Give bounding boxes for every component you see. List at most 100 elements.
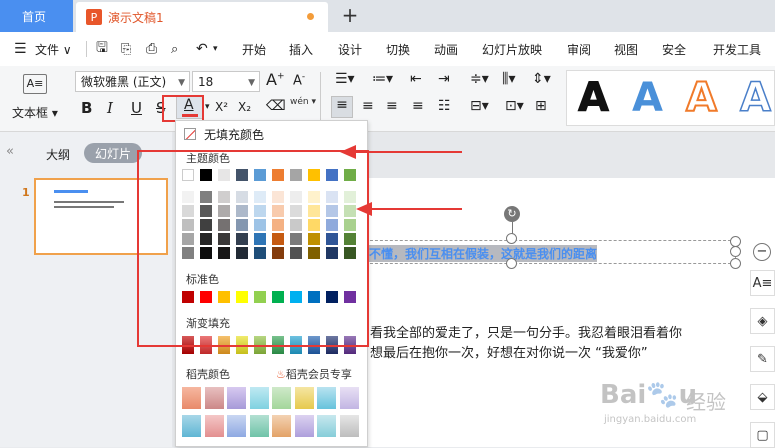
- fill-bucket-icon[interactable]: ⬙: [750, 384, 775, 410]
- arrowhead-icon: [340, 145, 356, 159]
- columns-icon[interactable]: ⫼▾: [502, 71, 515, 87]
- no-fill-option[interactable]: 无填充颜色: [180, 124, 365, 144]
- decrease-indent-icon[interactable]: ⇤: [410, 71, 422, 87]
- print-icon[interactable]: ⎙: [146, 41, 157, 57]
- bold-button[interactable]: B: [81, 99, 92, 117]
- tab-home[interactable]: 首页: [0, 0, 73, 32]
- docer-color-tile[interactable]: [204, 415, 224, 437]
- docer-color-tile[interactable]: [339, 387, 359, 409]
- shrink-font-button[interactable]: A-: [293, 72, 305, 88]
- undo-icon[interactable]: ↶: [196, 41, 208, 57]
- italic-button[interactable]: I: [107, 99, 113, 117]
- highlight-color-swatches: [137, 150, 369, 347]
- align-right-icon[interactable]: ≡: [386, 98, 398, 114]
- menu-home[interactable]: 开始: [242, 41, 266, 58]
- save-icon[interactable]: 🖫: [96, 37, 108, 61]
- resize-handle[interactable]: [506, 233, 517, 244]
- bullet-list-icon[interactable]: ☰▾: [335, 71, 355, 87]
- undo-dropdown-icon[interactable]: ▾: [213, 44, 218, 54]
- docer-color-tile[interactable]: [227, 415, 246, 437]
- tab-home-label: 首页: [22, 9, 47, 24]
- align-text-icon[interactable]: ⊟▾: [470, 98, 489, 114]
- font-size-value: 18: [198, 74, 214, 89]
- watermark-brand: Bai🐾u: [600, 380, 698, 410]
- increase-indent-icon[interactable]: ⇥: [438, 71, 450, 87]
- line-spacing-icon[interactable]: ≑▾: [470, 71, 489, 87]
- preview-icon[interactable]: ⌕: [171, 42, 178, 57]
- subscript-button[interactable]: X₂: [238, 100, 251, 114]
- menu-transition[interactable]: 切换: [386, 41, 410, 58]
- align-left-button[interactable]: ≡: [331, 96, 353, 118]
- wordart-style-outline[interactable]: A: [733, 74, 775, 122]
- frame-icon[interactable]: ▢: [750, 422, 775, 448]
- distribute-icon[interactable]: ☷: [438, 98, 451, 114]
- arrow-line: [372, 208, 462, 210]
- resize-handle[interactable]: [730, 258, 741, 269]
- menu-review[interactable]: 审阅: [567, 41, 591, 58]
- wordart-style-black[interactable]: A: [571, 75, 616, 122]
- no-fill-label: 无填充颜色: [204, 127, 265, 142]
- clear-format-icon[interactable]: ⌫: [266, 98, 286, 114]
- text-box-settings-icon[interactable]: ⊡▾: [505, 98, 524, 114]
- tab-outline[interactable]: 大纲: [46, 146, 70, 163]
- baidu-watermark: Bai🐾u 经验 jingyan.baidu.com: [600, 380, 740, 430]
- watermark-url: jingyan.baidu.com: [604, 414, 697, 425]
- underline-button[interactable]: U: [131, 99, 142, 117]
- docer-color-tile[interactable]: [317, 387, 336, 409]
- presentation-icon: P: [86, 9, 102, 25]
- watermark-brand-suffix: 经验: [686, 390, 726, 414]
- docer-color-tile[interactable]: [182, 415, 201, 437]
- resize-handle[interactable]: [506, 258, 517, 269]
- textbox-button[interactable]: A≡ 文本框 ▾: [10, 72, 62, 126]
- menu-view[interactable]: 视图: [614, 41, 638, 58]
- slide-number: 1: [22, 186, 30, 199]
- docer-color-tile[interactable]: [339, 415, 359, 437]
- docer-color-tile[interactable]: [272, 387, 291, 409]
- menu-security[interactable]: 安全: [662, 41, 686, 58]
- font-family-select[interactable]: 微软雅黑 (正文) ▼: [75, 71, 190, 92]
- new-tab-button[interactable]: +: [340, 3, 360, 27]
- docer-vip-label[interactable]: ♨稻壳会员专享: [276, 366, 352, 382]
- align-center-icon[interactable]: ≡: [362, 98, 374, 114]
- tab-slides[interactable]: 幻灯片: [84, 143, 142, 163]
- menu-design[interactable]: 设计: [338, 41, 362, 58]
- smart-art-icon[interactable]: ⊞: [535, 98, 547, 114]
- layers-icon[interactable]: ◈: [750, 308, 775, 334]
- docer-color-tile[interactable]: [227, 387, 246, 409]
- menu-slideshow[interactable]: 幻灯片放映: [482, 41, 542, 58]
- docer-color-tile[interactable]: [204, 387, 224, 409]
- resize-handle[interactable]: [730, 246, 741, 257]
- grow-font-button[interactable]: A+: [266, 70, 285, 89]
- hamburger-icon[interactable]: ☰: [14, 41, 27, 57]
- file-menu[interactable]: 文件 ∨: [35, 41, 72, 58]
- docer-color-tile[interactable]: [249, 415, 269, 437]
- menu-developer[interactable]: 开发工具: [713, 41, 761, 58]
- docer-color-tile[interactable]: [249, 387, 269, 409]
- docer-color-tile[interactable]: [272, 415, 291, 437]
- docer-color-tile[interactable]: [294, 415, 314, 437]
- superscript-button[interactable]: X²: [215, 100, 228, 114]
- font-color-dropdown-icon[interactable]: ▾: [205, 102, 210, 112]
- docer-color-tile[interactable]: [294, 387, 314, 409]
- minus-circle-icon[interactable]: −: [753, 243, 771, 261]
- text-direction-icon[interactable]: ⇕▾: [532, 71, 551, 87]
- docer-color-tile[interactable]: [182, 387, 201, 409]
- font-size-select[interactable]: 18 ▼: [192, 71, 260, 92]
- pen-icon[interactable]: ✎: [750, 346, 775, 372]
- wordart-style-blue[interactable]: A: [625, 75, 670, 121]
- docer-color-tile[interactable]: [317, 415, 336, 437]
- wordart-style-orange[interactable]: A: [679, 74, 724, 122]
- menu-animation[interactable]: 动画: [434, 41, 458, 58]
- justify-icon[interactable]: ≡: [412, 98, 424, 114]
- title-textbox[interactable]: 不懂，我们互相在假装，这就是我们的距离: [360, 240, 736, 264]
- tab-document[interactable]: P 演示文稿1: [76, 2, 328, 32]
- chevron-down-icon: ▼: [178, 78, 185, 88]
- rotate-handle-icon[interactable]: ↻: [504, 206, 520, 222]
- export-icon[interactable]: ⎘: [121, 42, 131, 57]
- collapse-panel-button[interactable]: «: [6, 144, 14, 159]
- phonetic-guide-button[interactable]: wén ▾: [290, 97, 316, 107]
- text-format-tool-icon[interactable]: A≡: [750, 270, 775, 296]
- thumbnail-text-line: [54, 201, 124, 203]
- menu-insert[interactable]: 插入: [289, 41, 313, 58]
- numbered-list-icon[interactable]: ≔▾: [372, 71, 393, 87]
